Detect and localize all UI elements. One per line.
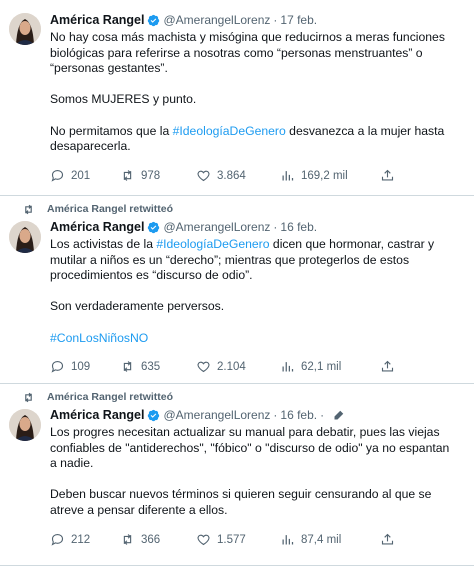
tweet-line: procedimientos es “discurso de odio”. bbox=[50, 268, 253, 283]
views-button[interactable]: 62,1 mil bbox=[280, 359, 341, 374]
author-name[interactable]: América Rangel bbox=[50, 408, 144, 422]
retweet-button[interactable]: 366 bbox=[120, 532, 160, 547]
view-count: 169,2 mil bbox=[301, 169, 348, 182]
tweet-text: Los activistas de la #IdeologíaDeGenero … bbox=[50, 237, 466, 346]
tweet-line: #ConLosNiñosNO bbox=[50, 331, 466, 347]
like-icon bbox=[197, 361, 210, 373]
tweet-line: confiables de "antiderechos", "fóbico" o… bbox=[50, 440, 450, 455]
like-button[interactable]: 3.864 bbox=[196, 168, 246, 183]
tweet-text-segment: desvanezca a la mujer hasta bbox=[285, 123, 445, 138]
like-count: 1.577 bbox=[217, 533, 246, 546]
author-handle[interactable]: @AmerangelLorenz bbox=[163, 408, 270, 422]
avatar[interactable] bbox=[9, 409, 41, 441]
reply-count: 109 bbox=[71, 360, 91, 373]
retweet-icon bbox=[25, 392, 32, 402]
tweet-line: Son verdaderamente perversos. bbox=[50, 299, 225, 314]
retweet-count: 978 bbox=[141, 169, 161, 182]
tweet[interactable]: América Rangel @AmerangelLorenz · 17 feb… bbox=[0, 0, 474, 196]
retweet-count: 366 bbox=[141, 533, 161, 546]
tweet-text: Los progres necesitan actualizar su manu… bbox=[50, 425, 466, 519]
reply-count: 212 bbox=[71, 533, 91, 546]
share-icon bbox=[381, 169, 394, 181]
verified-badge-icon bbox=[148, 14, 160, 26]
edit-icon[interactable] bbox=[333, 409, 345, 421]
verified-badge-icon bbox=[148, 221, 160, 233]
tweet-line: Los activistas de la #IdeologíaDeGenero … bbox=[50, 237, 466, 253]
avatar[interactable] bbox=[9, 13, 41, 45]
retweet-label[interactable]: América Rangel retwitteó bbox=[47, 391, 173, 403]
views-icon bbox=[282, 362, 294, 372]
hashtag-link[interactable]: #ConLosNiñosNO bbox=[50, 331, 148, 345]
author-name[interactable]: América Rangel bbox=[50, 13, 144, 27]
share-button[interactable] bbox=[380, 359, 401, 374]
retweet-context: América Rangel retwitteó bbox=[22, 202, 173, 216]
retweet-icon bbox=[25, 204, 32, 214]
reply-icon bbox=[51, 360, 64, 373]
like-button[interactable]: 2.104 bbox=[196, 359, 246, 374]
retweet-button[interactable]: 978 bbox=[120, 168, 160, 183]
tweet-text-segment: No permitamos que la bbox=[50, 123, 173, 138]
retweet-count: 635 bbox=[141, 360, 161, 373]
retweet-context: América Rangel retwitteó bbox=[22, 390, 173, 404]
tweet-line: Los progres necesitan actualizar su manu… bbox=[50, 425, 440, 439]
reply-button[interactable]: 212 bbox=[50, 532, 90, 547]
separator: · bbox=[273, 408, 278, 422]
like-icon bbox=[197, 534, 210, 546]
tweet-line: No permitamos que la #IdeologíaDeGenero … bbox=[50, 124, 466, 140]
tweet[interactable]: América Rangel retwitteó América Rangel … bbox=[0, 196, 474, 384]
hashtag-link[interactable]: #IdeologíaDeGenero bbox=[173, 124, 286, 138]
share-button[interactable] bbox=[380, 532, 401, 547]
view-count: 62,1 mil bbox=[301, 360, 342, 373]
hashtag-link[interactable]: #IdeologíaDeGenero bbox=[156, 237, 269, 251]
tweet[interactable]: América Rangel retwitteó América Rangel … bbox=[0, 384, 474, 566]
separator: · bbox=[320, 408, 325, 422]
views-icon bbox=[282, 535, 294, 545]
retweet-button[interactable]: 635 bbox=[120, 359, 160, 374]
view-count: 87,4 mil bbox=[301, 533, 342, 546]
reply-button[interactable]: 201 bbox=[50, 168, 90, 183]
avatar[interactable] bbox=[9, 221, 41, 253]
like-count: 2.104 bbox=[217, 360, 246, 373]
reply-icon bbox=[51, 533, 64, 546]
views-button[interactable]: 87,4 mil bbox=[280, 532, 341, 547]
timestamp[interactable]: 16 feb. bbox=[280, 408, 317, 422]
tweet-line: desaparecerla. bbox=[50, 139, 131, 154]
tweet-text-segment: dicen que hormonar, castrar y bbox=[269, 237, 435, 251]
retweet-icon bbox=[123, 534, 132, 545]
reply-button[interactable]: 109 bbox=[50, 359, 90, 374]
tweet-line: a nadie. bbox=[50, 456, 94, 471]
separator: · bbox=[273, 13, 278, 27]
author-handle[interactable]: @AmerangelLorenz bbox=[163, 220, 270, 234]
share-icon bbox=[381, 360, 394, 372]
tweet-line: Deben buscar nuevos términos si quieren … bbox=[50, 487, 432, 502]
reply-count: 201 bbox=[71, 169, 91, 182]
timeline: América Rangel @AmerangelLorenz · 17 feb… bbox=[0, 0, 474, 566]
retweet-label[interactable]: América Rangel retwitteó bbox=[47, 203, 173, 215]
tweet-line: “personas gestantes”. bbox=[50, 61, 168, 76]
like-icon bbox=[197, 170, 210, 182]
like-count: 3.864 bbox=[217, 169, 246, 182]
tweet-text-segment: Los activistas de la bbox=[50, 237, 157, 251]
views-button[interactable]: 169,2 mil bbox=[280, 168, 348, 183]
tweet-line: atreve a pensar diferente a ellos. bbox=[50, 502, 228, 517]
like-button[interactable]: 1.577 bbox=[196, 532, 246, 547]
share-icon bbox=[381, 533, 394, 545]
verified-badge-icon bbox=[148, 409, 160, 421]
timestamp[interactable]: 16 feb. bbox=[280, 220, 317, 234]
views-icon bbox=[282, 171, 294, 181]
reply-icon bbox=[51, 169, 64, 182]
tweet-line: mutilar a niños es un “derecho”; mientra… bbox=[50, 252, 410, 267]
separator: · bbox=[273, 220, 278, 234]
tweet-text: No hay cosa más machista y misógina que … bbox=[50, 30, 466, 155]
tweet-line: biológicas para referirse a nosotras com… bbox=[50, 45, 423, 60]
tweet-line: No hay cosa más machista y misógina que … bbox=[50, 30, 445, 44]
timestamp[interactable]: 17 feb. bbox=[280, 13, 317, 27]
retweet-icon bbox=[123, 361, 132, 372]
tweet-line: Somos MUJERES y punto. bbox=[50, 92, 197, 107]
retweet-icon bbox=[123, 170, 132, 181]
author-handle[interactable]: @AmerangelLorenz bbox=[163, 13, 270, 27]
author-name[interactable]: América Rangel bbox=[50, 220, 144, 234]
share-button[interactable] bbox=[380, 168, 401, 183]
